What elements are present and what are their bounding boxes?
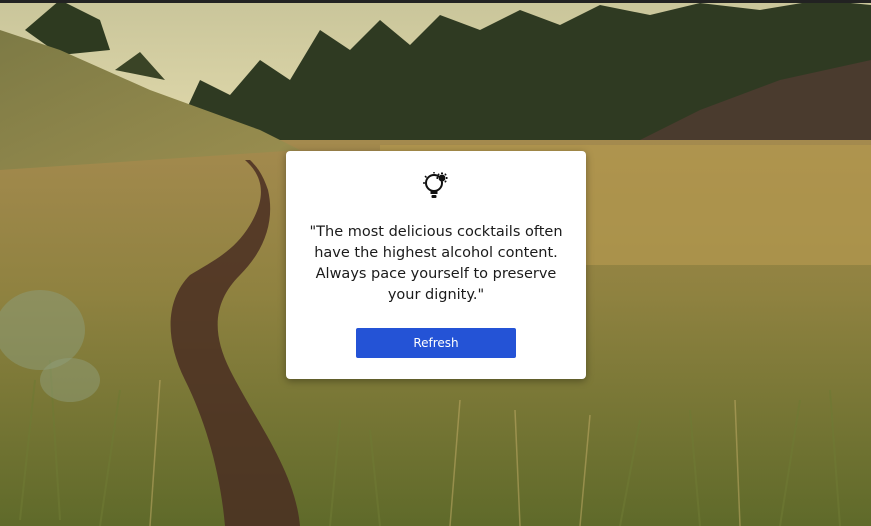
quote-card: "The most delicious cocktails often have… [286, 151, 586, 379]
top-edge-bar [0, 0, 871, 3]
quote-text: "The most delicious cocktails often have… [309, 224, 563, 303]
refresh-button[interactable]: Refresh [356, 328, 516, 358]
page-background: "The most delicious cocktails often have… [0, 0, 871, 526]
lightbulb-gear-icon [423, 172, 448, 198]
